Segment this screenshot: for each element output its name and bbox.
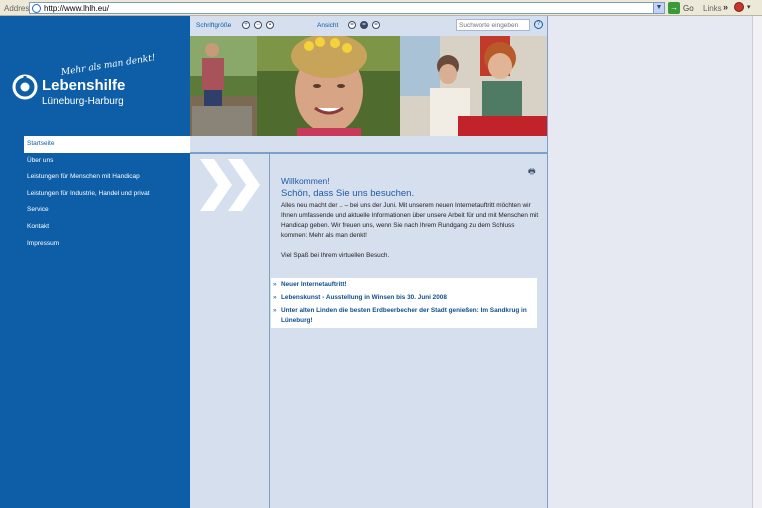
empty-page-background <box>548 16 752 508</box>
search-input[interactable] <box>456 19 530 31</box>
news-item-sandkrug[interactable]: » Unter alten Linden die besten Erdbeerb… <box>273 306 537 326</box>
view-text-icon[interactable]: = <box>372 21 380 29</box>
url-input[interactable]: http://www.lhlh.eu/ ▼ <box>29 2 665 14</box>
go-arrow-icon[interactable]: → <box>668 2 680 14</box>
url-dropdown-icon[interactable]: ▼ <box>653 3 664 13</box>
nav-item-startseite[interactable]: Startseite <box>24 136 190 153</box>
accessibility-toolbar: Schriftgröße + − ▪ Ansicht = = = ? <box>190 16 547 36</box>
welcome-heading: Willkommen! <box>281 176 330 186</box>
chevron-right-icon[interactable]: » <box>723 2 728 12</box>
view-contrast-icon[interactable]: = <box>360 21 368 29</box>
chevron-decoration-icon <box>200 159 260 211</box>
view-normal-icon[interactable]: = <box>348 21 356 29</box>
news-link[interactable]: Lebenskunst - Ausstellung in Winsen bis … <box>281 294 447 301</box>
photo-two-people <box>400 36 547 136</box>
arrow-bullet-icon: » <box>273 281 277 288</box>
nav-item-impressum[interactable]: Impressum <box>24 236 190 253</box>
news-item-lebenskunst[interactable]: » Lebenskunst - Ausstellung in Winsen bi… <box>273 293 537 303</box>
nav-item-kontakt[interactable]: Kontakt <box>24 219 190 236</box>
sidebar: Mehr als man denkt! Lebenshilfe Lüneburg… <box>0 16 190 508</box>
nav-item-service[interactable]: Service <box>24 202 190 219</box>
web-page: Mehr als man denkt! Lebenshilfe Lüneburg… <box>0 16 548 508</box>
font-reset-icon[interactable]: ▪ <box>266 21 274 29</box>
arrow-bullet-icon: » <box>273 294 277 301</box>
photo-gardener <box>190 36 257 136</box>
font-increase-icon[interactable]: + <box>242 21 250 29</box>
welcome-paragraph: Alles neu macht der .. – bei uns der Jun… <box>281 202 539 239</box>
news-link[interactable]: Unter alten Linden die besten Erdbeerbec… <box>281 307 527 324</box>
font-decrease-icon[interactable]: − <box>254 21 262 29</box>
go-button[interactable]: Go <box>683 4 694 13</box>
lebenshilfe-logo[interactable]: Mehr als man denkt! Lebenshilfe Lüneburg… <box>12 53 182 128</box>
url-text: http://www.lhlh.eu/ <box>44 4 109 13</box>
news-item-internetauftritt[interactable]: » Neuer Internetauftritt! <box>273 280 537 290</box>
nav-item-leistungen-industrie[interactable]: Leistungen für Industrie, Handel und pri… <box>24 186 190 203</box>
news-link[interactable]: Neuer Internetauftritt! <box>281 281 347 288</box>
main-navigation: Startseite Über uns Leistungen für Mensc… <box>24 136 190 252</box>
logo-tagline: Mehr als man denkt! <box>60 53 157 78</box>
content-area: 🖶 Willkommen! Schön, dass Sie uns besuch… <box>269 154 547 508</box>
welcome-subtitle: Schön, dass Sie uns besuchen. <box>281 188 415 199</box>
logo-name: Lebenshilfe <box>42 77 126 94</box>
arrow-bullet-icon: » <box>273 307 277 314</box>
ie-page-icon <box>32 4 41 13</box>
welcome-closing: Viel Spaß bei Ihrem virtuellen Besuch. <box>281 252 390 259</box>
links-button[interactable]: Links <box>703 4 722 13</box>
welcome-text: Alles neu macht der .. – bei uns der Jun… <box>281 201 541 271</box>
toolbar-extension-icon[interactable] <box>734 2 744 12</box>
news-list: » Neuer Internetauftritt! » Lebenskunst … <box>271 278 537 328</box>
chevron-down-icon[interactable]: ▾ <box>747 3 751 11</box>
nav-item-leistungen-handicap[interactable]: Leistungen für Menschen mit Handicap <box>24 169 190 186</box>
logo-region: Lüneburg-Harburg <box>42 96 124 107</box>
font-size-label: Schriftgröße <box>196 22 232 29</box>
photo-smiling-girl <box>257 36 400 136</box>
nav-item-ueber-uns[interactable]: Über uns <box>24 153 190 170</box>
help-icon[interactable]: ? <box>534 20 543 29</box>
view-label: Ansicht <box>317 22 339 29</box>
lebenshilfe-logo-icon <box>12 74 38 100</box>
main-panel: Schriftgröße + − ▪ Ansicht = = = ? <box>190 16 548 508</box>
browser-address-bar: Address http://www.lhlh.eu/ ▼ → Go Links… <box>0 0 762 16</box>
header-photo-collage <box>190 36 547 136</box>
print-icon[interactable]: 🖶 <box>528 166 536 180</box>
browser-scrollbar[interactable] <box>752 16 762 508</box>
